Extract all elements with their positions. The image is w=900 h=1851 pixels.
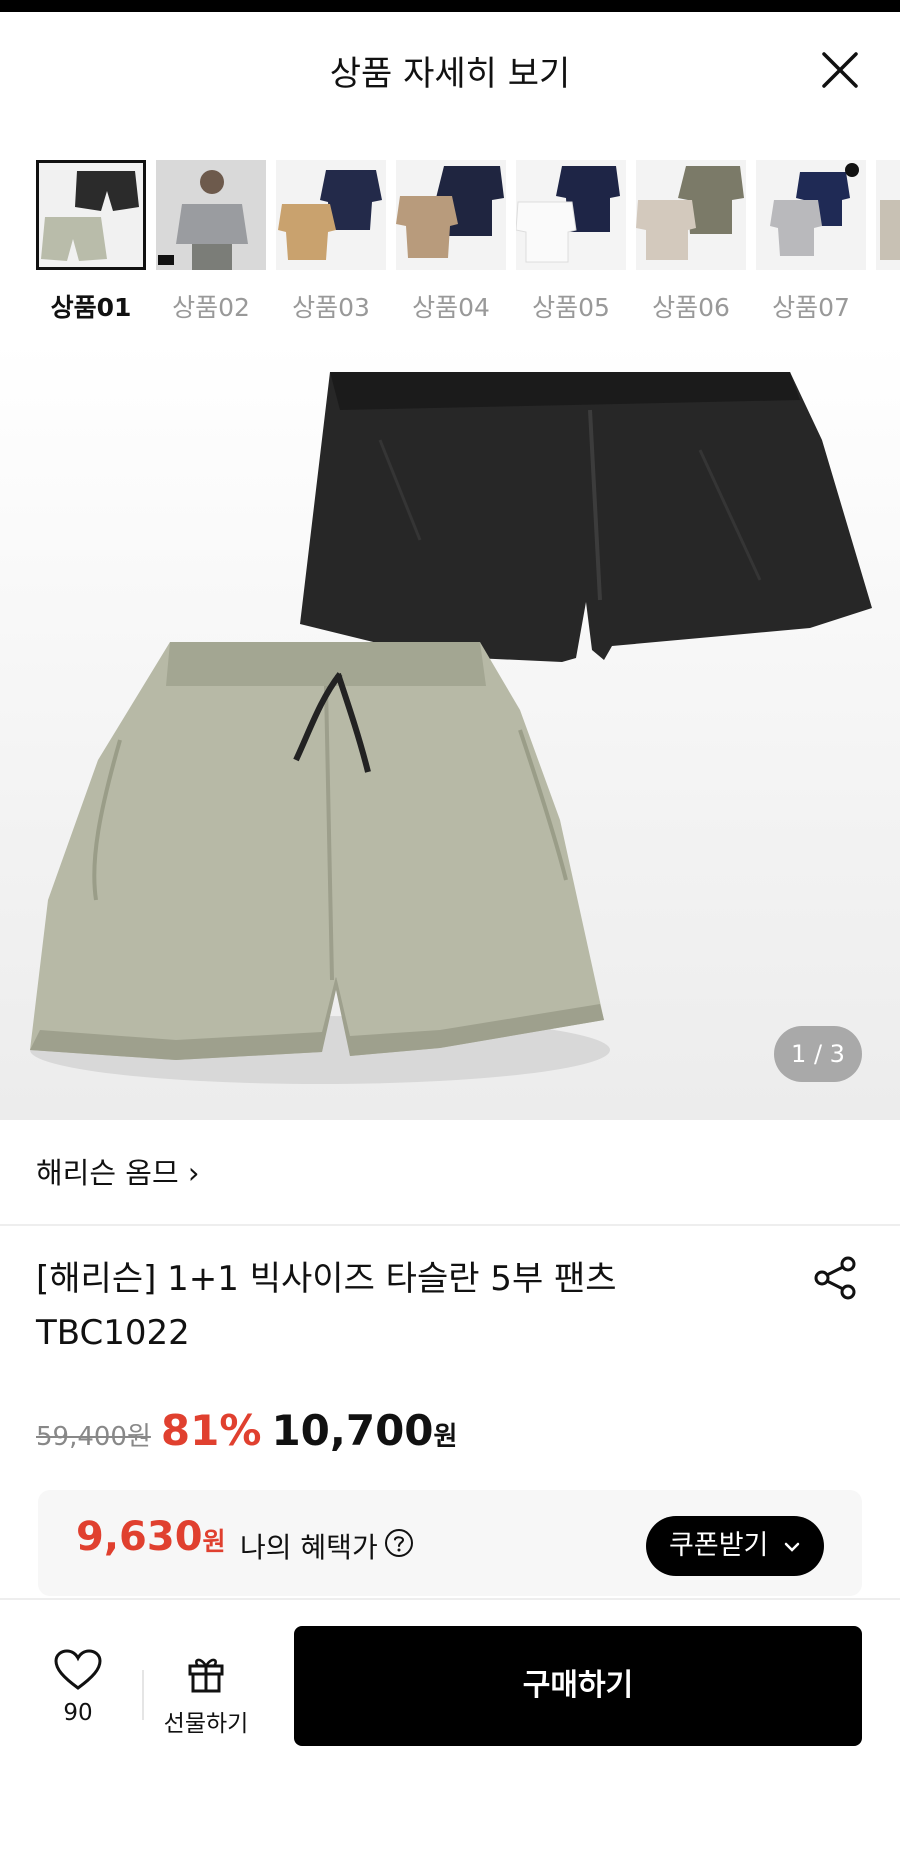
knit-thumbnail-art (636, 160, 746, 270)
product-title: [해리슨] 1+1 빅사이즈 타슬란 5부 팬츠 TBC1022 (36, 1252, 796, 1360)
thumbnail-label: 상품07 (772, 293, 850, 322)
divider (0, 1224, 900, 1226)
price-row: 59,400원 81% 10,700 원 (36, 1406, 457, 1466)
thumbnail-item[interactable]: 상품01 (36, 160, 146, 324)
knit-thumbnail-art (276, 160, 386, 270)
like-count: 90 (63, 1700, 93, 1726)
knit-thumbnail-art (396, 160, 506, 270)
polo-thumbnail-art (756, 160, 866, 270)
help-icon[interactable] (384, 1528, 414, 1558)
chevron-down-icon (784, 1542, 800, 1552)
bottom-action-bar: 90 선물하기 구매하기 (0, 1598, 900, 1760)
gift-icon (188, 1658, 224, 1693)
thumbnail-label: 상품05 (532, 293, 610, 322)
thumbnail-image (876, 160, 900, 270)
brand-name: 해리슨 옴므 (36, 1156, 179, 1190)
product-title-line: TBC1022 (36, 1313, 190, 1353)
thumbnail-image (396, 160, 506, 270)
benefit-price-value: 9,630 (76, 1514, 203, 1560)
benefit-price: 9,630원 (76, 1514, 226, 1560)
shorts-product-image (30, 372, 872, 1084)
share-icon (814, 1256, 856, 1300)
thumbnail-label: 상품04 (412, 293, 490, 322)
thumbnail-image (36, 160, 146, 270)
thumbnail-label: 상품01 (50, 293, 132, 322)
thumbnail-label: 상 (876, 288, 900, 324)
product-image-gallery[interactable]: 1 / 3 (0, 340, 900, 1120)
coupon-button[interactable]: 쿠폰받기 (646, 1516, 824, 1576)
brand-link[interactable]: 해리슨 옴므 › (36, 1150, 199, 1192)
sale-price-unit: 원 (433, 1422, 458, 1452)
heart-icon (54, 1649, 102, 1690)
thumbnail-label: 상품02 (172, 293, 250, 322)
thumbnail-image (516, 160, 626, 270)
original-price: 59,400원 (36, 1422, 151, 1452)
coupon-button-label: 쿠폰받기 (669, 1530, 769, 1561)
knit-thumbnail-art (516, 160, 626, 270)
thumbnail-image (636, 160, 746, 270)
thumbnail-item[interactable]: 상품03 (276, 160, 386, 324)
model-thumbnail-art (156, 160, 266, 270)
like-button[interactable]: 90 (38, 1648, 118, 1726)
benefit-label: 나의 혜택가 (240, 1531, 378, 1564)
buy-button[interactable]: 구매하기 (294, 1626, 862, 1746)
close-icon (822, 52, 858, 88)
discount-rate: 81% (160, 1406, 262, 1455)
product-title-line: [해리슨] 1+1 빅사이즈 타슬란 5부 팬츠 (36, 1259, 617, 1299)
thumbnail-image (756, 160, 866, 270)
thumbnail-label: 상품03 (292, 293, 370, 322)
thumbnail-item[interactable]: 상품06 (636, 160, 746, 324)
thumbnail-art (876, 160, 900, 270)
benefit-price-unit: 원 (202, 1527, 226, 1556)
status-bar-strip (0, 0, 900, 12)
thumbnail-item[interactable]: 상품02 (156, 160, 266, 324)
close-button[interactable] (816, 46, 864, 94)
gallery-pager: 1 / 3 (774, 1026, 862, 1082)
shorts-thumbnail-art (39, 163, 143, 267)
share-button[interactable] (812, 1254, 860, 1302)
chevron-right-icon: › (187, 1156, 200, 1190)
gift-button[interactable]: 선물하기 (156, 1652, 256, 1738)
thumbnail-item[interactable]: 상품05 (516, 160, 626, 324)
thumbnail-label: 상품06 (652, 293, 730, 322)
benefit-box: 9,630원 나의 혜택가 쿠폰받기 (38, 1490, 862, 1596)
divider (142, 1670, 144, 1720)
thumbnail-image (276, 160, 386, 270)
header: 상품 자세히 보기 (0, 12, 900, 122)
thumbnail-image (156, 160, 266, 270)
sale-price: 10,700 (271, 1406, 434, 1455)
page-title: 상품 자세히 보기 (329, 54, 571, 94)
thumbnail-item[interactable]: 상품04 (396, 160, 506, 324)
thumbnail-item[interactable]: 상품07 (756, 160, 866, 324)
thumbnail-strip: 상품01 상품02 상품03 상품04 상품05 상품06 상품07 (36, 160, 900, 330)
gift-label: 선물하기 (163, 1711, 249, 1737)
thumbnail-item[interactable]: 상 (876, 160, 900, 324)
